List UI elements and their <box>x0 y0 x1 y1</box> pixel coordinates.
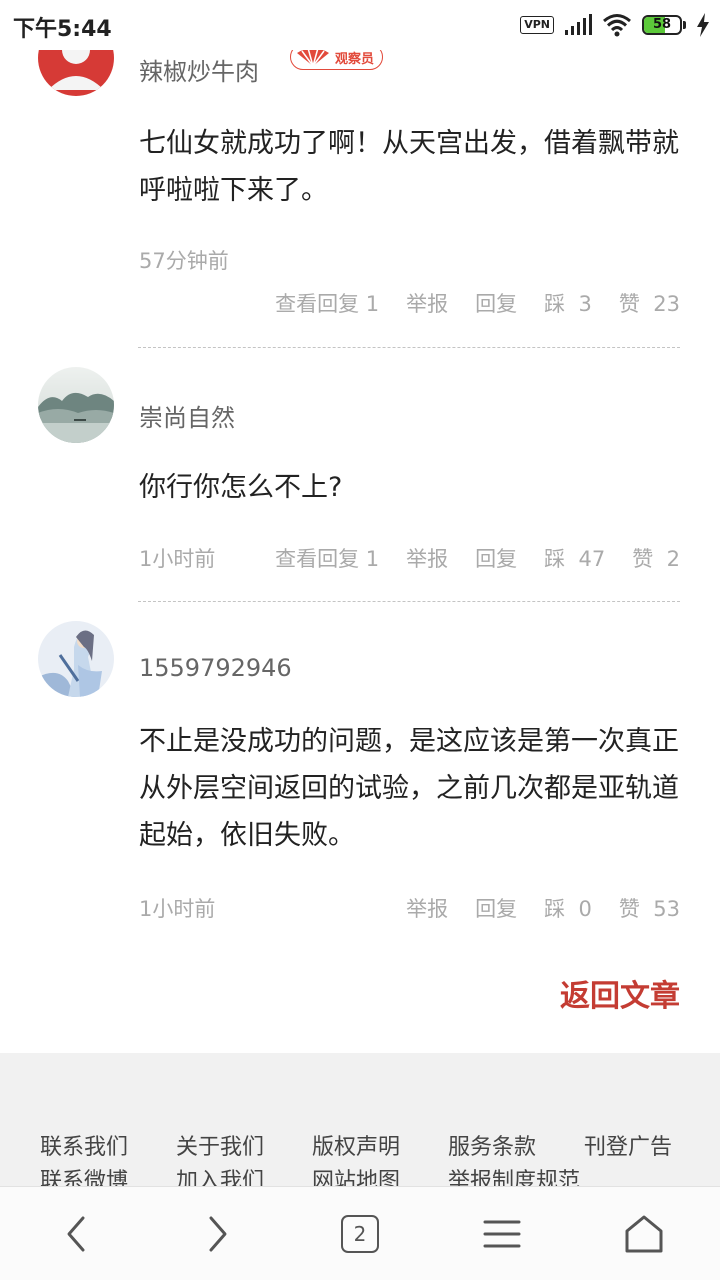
report-link[interactable]: 举报 <box>406 543 448 573</box>
home-button[interactable] <box>617 1209 671 1259</box>
battery-icon: 58 <box>642 15 686 35</box>
charging-icon <box>697 13 709 37</box>
home-icon <box>625 1215 663 1253</box>
username[interactable]: 辣椒炒牛肉 <box>139 52 259 87</box>
comment-time: 57分钟前 <box>139 249 229 273</box>
footer-links: 联系我们 关于我们 版权声明 服务条款 刊登广告 联系微博 加入我们 网站地图 … <box>40 1134 700 1190</box>
badge-label: 观察员 <box>335 51 375 67</box>
status-icons: VPN 58 <box>520 12 710 38</box>
footer-link-copyright[interactable]: 版权声明 <box>312 1134 448 1162</box>
username[interactable]: 1559792946 <box>139 654 292 682</box>
wifi-icon <box>603 14 631 37</box>
like-count: 53 <box>653 897 680 921</box>
reply-link[interactable]: 回复 <box>475 543 517 573</box>
footer-link-contact[interactable]: 联系我们 <box>40 1134 176 1162</box>
divider <box>138 601 680 602</box>
forward-button[interactable] <box>191 1209 245 1259</box>
fan-icon <box>297 47 329 67</box>
report-link[interactable]: 举报 <box>406 893 448 923</box>
footer-link-advertise[interactable]: 刊登广告 <box>584 1134 700 1162</box>
back-arrow-icon <box>67 1216 85 1252</box>
back-button[interactable] <box>49 1209 103 1259</box>
comment-text: 七仙女就成功了啊！从天宫出发，借着飘带就呼啦啦下来了。 <box>139 128 679 206</box>
comment-actions: 查看回复 1 举报 回复 踩 47 赞 2 <box>248 543 680 573</box>
dislike-count: 0 <box>578 897 592 921</box>
menu-button[interactable] <box>475 1209 529 1259</box>
like-button[interactable]: 赞 53 <box>619 893 680 923</box>
signal-icon <box>565 14 592 35</box>
view-replies-link[interactable]: 查看回复 1 <box>275 288 379 318</box>
reply-link[interactable]: 回复 <box>475 893 517 923</box>
comment-actions: 举报 回复 踩 0 赞 53 <box>379 893 680 923</box>
like-label: 赞 <box>618 897 640 921</box>
like-label: 赞 <box>618 292 640 316</box>
tabs-button[interactable]: 2 <box>333 1209 387 1259</box>
report-link[interactable]: 举报 <box>406 288 448 318</box>
status-bar: 下午5:44 VPN 58 <box>0 0 720 50</box>
comment-time: 1小时前 <box>139 897 216 921</box>
dislike-button[interactable]: 踩 0 <box>544 893 592 923</box>
tabs-icon: 2 <box>341 1215 379 1253</box>
like-count: 23 <box>653 292 680 316</box>
battery-percent: 58 <box>652 17 672 32</box>
menu-icon <box>483 1220 521 1248</box>
vpn-icon: VPN <box>520 16 554 34</box>
dislike-button[interactable]: 踩 47 <box>544 543 605 573</box>
tab-count: 2 <box>353 1222 367 1246</box>
forward-arrow-icon <box>209 1216 227 1252</box>
divider <box>138 347 680 348</box>
like-count: 2 <box>666 547 680 571</box>
like-button[interactable]: 赞 23 <box>619 288 680 318</box>
dislike-count: 3 <box>578 292 592 316</box>
back-to-article-link[interactable]: 返回文章 <box>560 971 680 1015</box>
site-footer: 联系我们 关于我们 版权声明 服务条款 刊登广告 联系微博 加入我们 网站地图 … <box>0 1053 720 1190</box>
reply-link[interactable]: 回复 <box>475 288 517 318</box>
like-label: 赞 <box>632 547 654 571</box>
comment-actions: 查看回复 1 举报 回复 踩 3 赞 23 <box>248 288 680 318</box>
comment-time: 1小时前 <box>139 547 216 571</box>
dislike-count: 47 <box>578 547 606 571</box>
browser-bottom-nav: 2 <box>0 1186 720 1280</box>
dislike-label: 踩 <box>544 292 566 316</box>
avatar[interactable] <box>38 367 114 443</box>
username[interactable]: 崇尚自然 <box>139 398 235 433</box>
footer-link-about[interactable]: 关于我们 <box>176 1134 312 1162</box>
status-time: 下午5:44 <box>13 17 112 42</box>
dislike-label: 踩 <box>544 547 566 571</box>
comment-text: 你行你怎么不上? <box>139 472 343 503</box>
like-button[interactable]: 赞 2 <box>632 543 680 573</box>
dislike-label: 踩 <box>544 897 566 921</box>
comment-text: 不止是没成功的问题，是这应该是第一次真正从外层空间返回的试验，之前几次都是亚轨道… <box>139 726 679 851</box>
footer-link-terms[interactable]: 服务条款 <box>448 1134 584 1162</box>
avatar[interactable] <box>38 621 114 697</box>
dislike-button[interactable]: 踩 3 <box>544 288 592 318</box>
view-replies-link[interactable]: 查看回复 1 <box>275 543 379 573</box>
